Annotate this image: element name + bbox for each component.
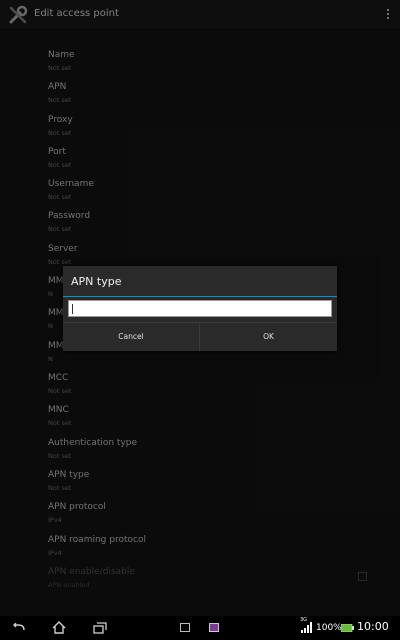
apn-type-input[interactable] <box>68 300 332 317</box>
clock: 10:00 <box>357 620 389 633</box>
system-bar: 3G 100% 10:00 <box>0 616 400 640</box>
back-icon[interactable] <box>12 623 26 633</box>
cancel-button[interactable]: Cancel <box>63 323 200 351</box>
battery-icon <box>341 624 354 632</box>
home-icon[interactable] <box>52 621 66 634</box>
dialog-button-bar: Cancel OK <box>63 322 337 351</box>
apn-type-dialog: APN type Cancel OK <box>63 266 337 351</box>
ok-button[interactable]: OK <box>200 323 337 351</box>
recent-apps-icon[interactable] <box>93 622 107 634</box>
dialog-title-divider <box>63 296 337 297</box>
dialog-title: APN type <box>71 275 122 288</box>
small-app-icon[interactable] <box>209 623 219 632</box>
battery-percent: 100% <box>316 623 342 633</box>
signal-icon <box>301 622 312 633</box>
small-app-icon[interactable] <box>180 623 190 632</box>
text-cursor <box>72 304 73 314</box>
